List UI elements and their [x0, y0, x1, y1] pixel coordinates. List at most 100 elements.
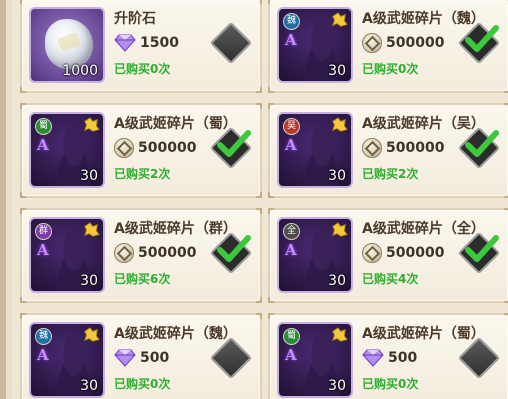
item-quantity: 30	[328, 63, 346, 79]
shop-item-card[interactable]: 1000 升阶石 1500 已购买0次	[20, 0, 262, 93]
item-quantity: 30	[328, 273, 346, 289]
purchase-count: 已购买0次	[114, 377, 171, 391]
diamond-icon	[114, 34, 136, 52]
item-quantity: 30	[80, 168, 98, 184]
card-corner	[504, 313, 508, 319]
item-quantity: 30	[328, 378, 346, 394]
grade-label: A	[285, 31, 297, 49]
card-corner	[256, 0, 262, 4]
price-row: 500000	[114, 137, 196, 159]
price-row: 1500	[114, 32, 179, 54]
checkmark-icon[interactable]	[214, 232, 254, 268]
item-price: 500	[140, 350, 170, 366]
item-icon[interactable]: 蜀 A 30	[277, 322, 353, 398]
item-icon[interactable]: 蜀 A 30	[29, 112, 105, 188]
item-icon[interactable]: 全 A 30	[277, 217, 353, 293]
item-price: 500	[388, 350, 418, 366]
shop-item-card[interactable]: 蜀 A 30 A级武姬碎片（蜀） 500000 已购买2次	[20, 103, 262, 198]
price-row: 500000	[362, 137, 444, 159]
checkmark-icon[interactable]	[214, 127, 254, 163]
grade-label: A	[285, 346, 297, 364]
coin-icon	[362, 138, 382, 158]
card-corner	[268, 208, 274, 214]
fragment-icon	[331, 222, 348, 237]
card-corner	[256, 208, 262, 214]
item-icon[interactable]: 魏 A 30	[29, 322, 105, 398]
card-corner	[20, 313, 26, 319]
coin-icon	[362, 243, 382, 263]
coin-icon	[114, 138, 134, 158]
price-row: 500000	[114, 242, 196, 264]
purchase-count: 已购买6次	[114, 272, 171, 286]
item-price: 1500	[140, 35, 179, 51]
card-corner	[268, 313, 274, 319]
locked-diamond-icon[interactable]	[209, 336, 253, 380]
card-corner	[504, 297, 508, 303]
purchase-count: 已购买0次	[114, 62, 171, 76]
faction-badge: 魏	[283, 13, 300, 30]
faction-badge: 群	[35, 223, 52, 240]
locked-diamond-icon[interactable]	[209, 21, 253, 65]
card-corner	[20, 87, 26, 93]
shop-item-card[interactable]: 魏 A 30 A级武姬碎片（魏） 500000 已购买0次	[268, 0, 508, 93]
purchase-count: 已购买2次	[362, 167, 419, 181]
card-corner	[268, 192, 274, 198]
fragment-icon	[83, 327, 100, 342]
item-price: 500000	[386, 245, 445, 261]
item-icon[interactable]: 群 A 30	[29, 217, 105, 293]
shop-item-card[interactable]: 魏 A 30 A级武姬碎片（魏） 500 已购买0次	[20, 313, 262, 399]
item-price: 500000	[138, 245, 197, 261]
item-icon[interactable]: 魏 A 30	[277, 7, 353, 83]
checkmark-icon[interactable]	[462, 22, 502, 58]
card-corner	[268, 0, 274, 4]
purchase-count: 已购买4次	[362, 272, 419, 286]
faction-badge: 魏	[35, 328, 52, 345]
card-corner	[256, 87, 262, 93]
card-corner	[20, 0, 26, 4]
shop-item-card[interactable]: 吴 A 30 A级武姬碎片（吴） 500000 已购买2次	[268, 103, 508, 198]
fragment-icon	[83, 117, 100, 132]
faction-badge: 蜀	[35, 118, 52, 135]
item-icon[interactable]: 1000	[29, 7, 105, 83]
card-corner	[256, 103, 262, 109]
shop-item-card[interactable]: 群 A 30 A级武姬碎片（群） 500000 已购买6次	[20, 208, 262, 303]
grade-label: A	[37, 241, 49, 259]
item-quantity: 1000	[62, 63, 98, 79]
card-corner	[268, 103, 274, 109]
grade-label: A	[285, 241, 297, 259]
fragment-icon	[83, 222, 100, 237]
item-name: A级武姬碎片（魏）	[114, 326, 237, 342]
item-name: A级武姬碎片（蜀）	[362, 326, 485, 342]
diamond-icon	[114, 349, 136, 367]
card-corner	[20, 208, 26, 214]
card-corner	[256, 297, 262, 303]
upgrade-stone-icon	[45, 19, 93, 69]
card-corner	[268, 297, 274, 303]
item-price: 500000	[386, 140, 445, 156]
purchase-count: 已购买0次	[362, 377, 419, 391]
locked-diamond-icon[interactable]	[457, 336, 501, 380]
card-corner	[504, 87, 508, 93]
card-corner	[20, 192, 26, 198]
purchase-count: 已购买2次	[114, 167, 171, 181]
item-icon[interactable]: 吴 A 30	[277, 112, 353, 188]
faction-badge: 全	[283, 223, 300, 240]
faction-badge: 吴	[283, 118, 300, 135]
checkmark-icon[interactable]	[462, 232, 502, 268]
grade-label: A	[285, 136, 297, 154]
item-name: 升阶石	[114, 11, 156, 27]
price-row: 500000	[362, 32, 444, 54]
faction-badge: 蜀	[283, 328, 300, 345]
grade-label: A	[37, 136, 49, 154]
grade-label: A	[37, 346, 49, 364]
item-quantity: 30	[80, 378, 98, 394]
card-corner	[504, 192, 508, 198]
fragment-icon	[331, 12, 348, 27]
diamond-icon	[362, 349, 384, 367]
shop-item-card[interactable]: 全 A 30 A级武姬碎片（全） 500000 已购买4次	[268, 208, 508, 303]
card-corner	[20, 297, 26, 303]
price-row: 500	[114, 347, 169, 369]
shop-item-card[interactable]: 蜀 A 30 A级武姬碎片（蜀） 500 已购买0次	[268, 313, 508, 399]
item-quantity: 30	[80, 273, 98, 289]
checkmark-icon[interactable]	[462, 127, 502, 163]
